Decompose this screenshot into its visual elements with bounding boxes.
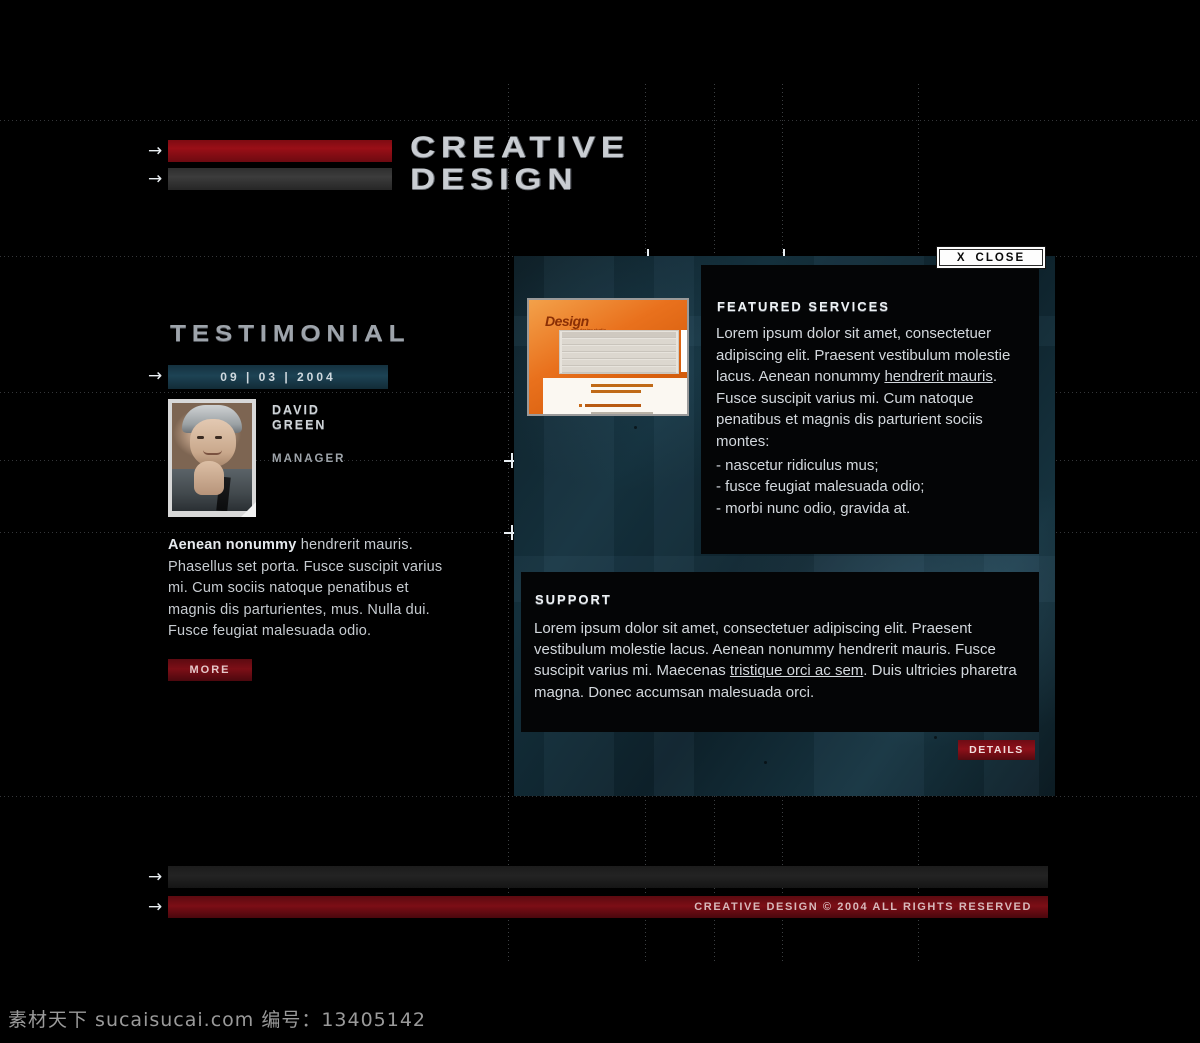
testimonial-date-row: → 09 | 03 | 2004 [148,365,458,389]
list-item: - morbi nunc odio, gravida at. [716,499,911,517]
person-name-last: GREEN [272,418,327,432]
thumbnail-image: Design web design studio [529,300,687,414]
corner-fold-icon [241,502,256,517]
close-icon: X [956,251,967,264]
site-header: → → CREATIVE DESIGN [148,133,768,204]
person-name-first: DAVID [272,403,320,417]
arrow-icon: → [148,169,163,189]
footer-bar-dark [168,866,1048,888]
header-bar-red [168,140,392,162]
site-footer: → → CREATIVE DESIGN © 2004 ALL RIGHTS RE… [148,866,1068,926]
page-root: → → CREATIVE DESIGN TESTIMONIAL → 09 | 0… [0,0,1200,1043]
copyright-text: CREATIVE DESIGN © 2004 ALL RIGHTS RESERV… [694,901,1032,913]
testimonial-person: DAVID GREEN MANAGER [168,399,458,521]
list-item: - nascetur ridiculus mus; [716,456,879,474]
support-body: Lorem ipsum dolor sit amet, consectetuer… [534,618,1029,703]
thumbnail-body [543,378,687,414]
header-bar-grey [168,168,392,190]
featured-services-card: FEATURED SERVICES Lorem ipsum dolor sit … [701,265,1039,554]
brand-line-2: DESIGN [410,163,579,196]
testimonial-body-lead: Aenean nonummy [168,537,297,553]
arrow-icon: → [148,366,163,386]
arrow-icon: → [148,897,163,917]
featured-services-heading: FEATURED SERVICES [717,299,890,314]
brand-line-1: CREATIVE [410,131,630,164]
close-button[interactable]: X CLOSE [936,246,1046,269]
support-card: SUPPORT Lorem ipsum dolor sit amet, cons… [521,572,1039,732]
grid-hline [0,796,1200,797]
featured-inline-link[interactable]: hendrerit mauris [884,368,992,385]
testimonial-date: 09 | 03 | 2004 [168,365,388,389]
details-button[interactable]: DETAILS [958,740,1035,760]
brand-logo: CREATIVE DESIGN [410,131,828,196]
list-item: - fusce feugiat malesuada odio; [716,478,925,496]
thumbnail-nav [559,330,679,374]
close-button-inner: X CLOSE [939,249,1043,266]
thumbnail-sidebar [681,330,687,372]
footer-bar-red: CREATIVE DESIGN © 2004 ALL RIGHTS RESERV… [168,896,1048,918]
arrow-icon: → [148,867,163,887]
grid-hline [0,120,1200,121]
arrow-icon: → [148,141,163,161]
site-thumbnail[interactable]: Design web design studio [527,298,689,416]
more-button[interactable]: MORE [168,658,252,681]
grid-vline [508,84,509,964]
testimonial-section: TESTIMONIAL → 09 | 03 | 2004 DAVID GREEN… [148,320,458,681]
featured-bullet-list: - nascetur ridiculus mus; - fusce feugia… [716,455,1031,520]
close-button-label: CLOSE [975,251,1026,264]
person-role: MANAGER [272,453,346,465]
avatar [168,399,256,517]
watermark: 素材天下 sucaisucai.com 编号：13405142 [8,1009,427,1031]
support-inline-link[interactable]: tristique orci ac sem [730,662,863,679]
testimonial-body: Aenean nonummy hendrerit mauris. Phasell… [168,535,446,643]
testimonial-heading: TESTIMONIAL [170,320,411,346]
avatar-image [172,403,252,511]
featured-services-body: Lorem ipsum dolor sit amet, consectetuer… [716,323,1031,519]
support-heading: SUPPORT [535,592,612,607]
person-meta: DAVID GREEN MANAGER [272,403,345,465]
